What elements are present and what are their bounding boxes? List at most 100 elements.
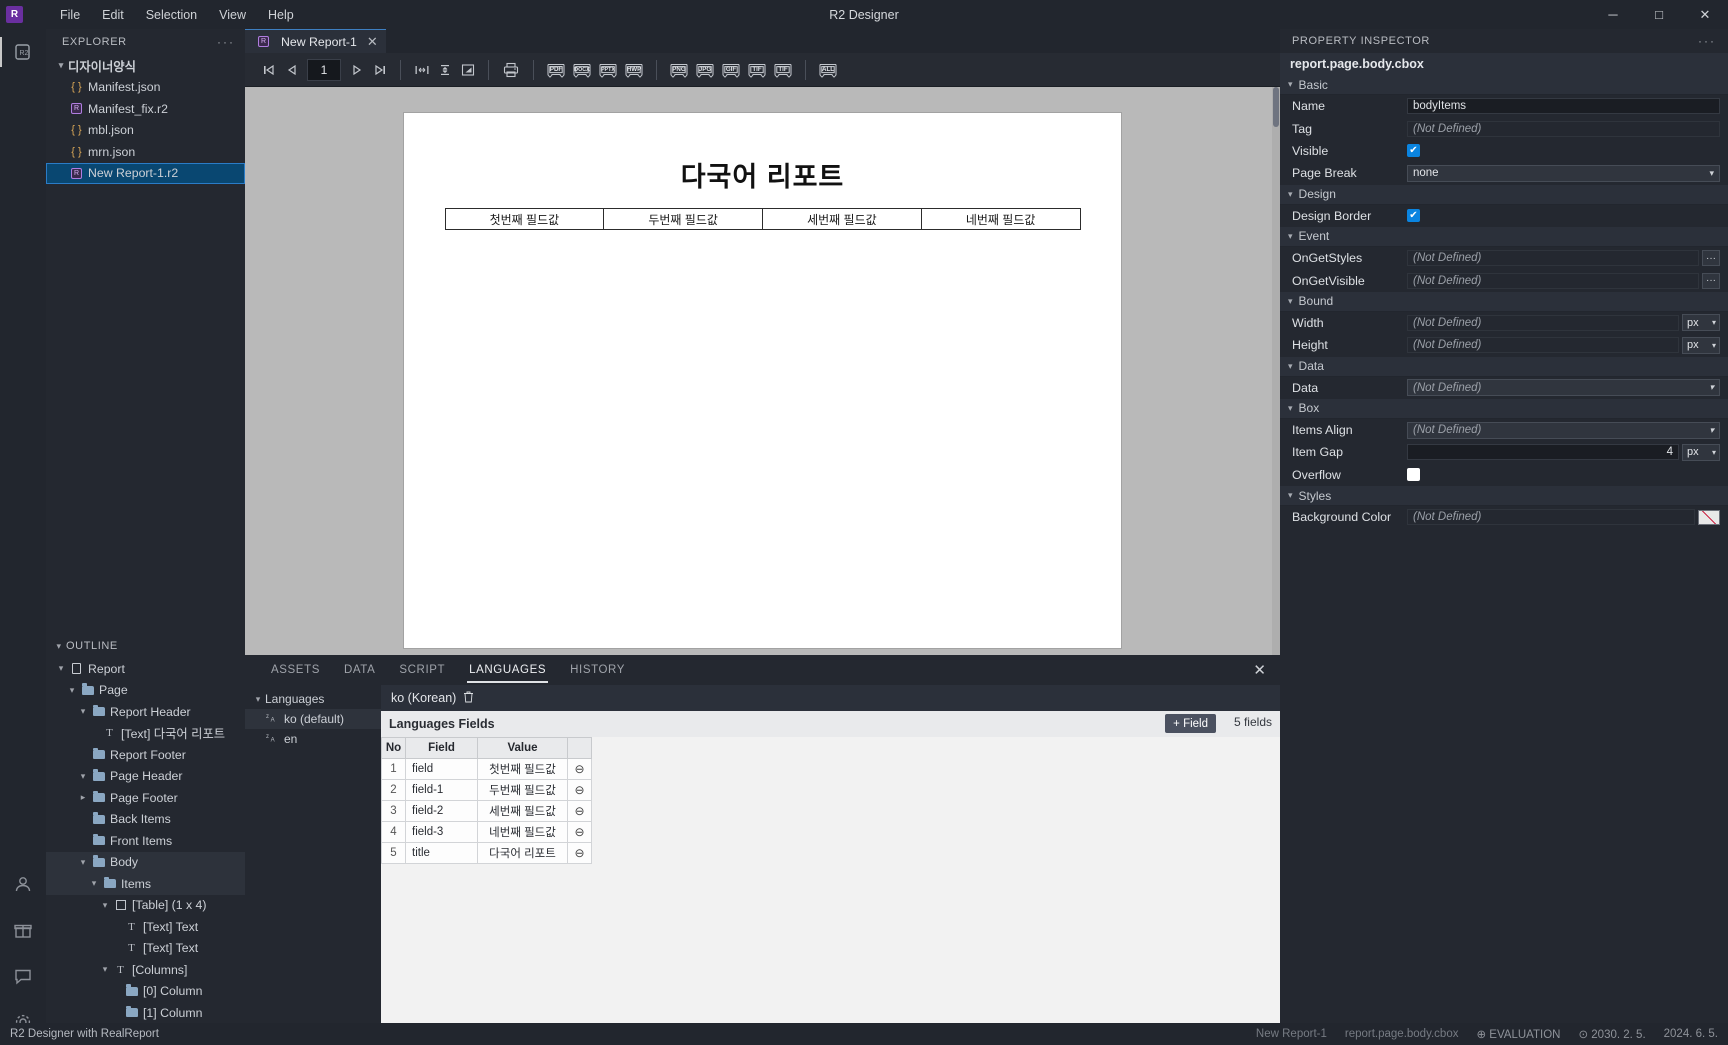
checkbox-visible[interactable]: ✔	[1407, 144, 1420, 158]
r2-explorer-icon[interactable]: R2	[0, 29, 46, 75]
table-row[interactable]: 4 field-3 네번째 필드값 ⊖	[381, 821, 592, 843]
outline-node-table-1-x-4[interactable]: ▾ [Table] (1 x 4)	[46, 895, 245, 917]
maximize-button[interactable]: □	[1636, 0, 1682, 29]
explorer-file-mbl-json[interactable]: { } mbl.json	[46, 120, 245, 142]
inspector-more-icon[interactable]: ···	[1698, 34, 1716, 48]
inspector-group-design[interactable]: ▾ Design	[1280, 184, 1728, 205]
table-row[interactable]: 2 field-1 두번째 필드값 ⊖	[381, 779, 592, 801]
table-row[interactable]: 5 title 다국어 리포트 ⊖	[381, 842, 592, 864]
inspector-group-bound[interactable]: ▾ Bound	[1280, 291, 1728, 312]
inspector-group-basic[interactable]: ▾ Basic	[1280, 75, 1728, 95]
select-items-align[interactable]: (Not Defined)	[1407, 421, 1720, 439]
export-jpg-button[interactable]: JPG	[693, 58, 717, 81]
select-data[interactable]: (Not Defined)	[1407, 379, 1720, 397]
inspector-group-styles[interactable]: ▾ Styles	[1280, 486, 1728, 507]
table-row[interactable]: 3 field-2 세번째 필드값 ⊖	[381, 800, 592, 822]
next-page-button[interactable]	[345, 58, 368, 81]
close-panel-icon[interactable]: ✕	[1253, 661, 1266, 679]
remove-field-button[interactable]: ⊖	[567, 779, 592, 801]
add-field-button[interactable]: + Field	[1165, 714, 1216, 733]
input-ongetvisible[interactable]: (Not Defined)	[1407, 272, 1699, 289]
export-all-button[interactable]: ALL	[816, 58, 840, 81]
tab-script[interactable]: SCRIPT	[387, 655, 457, 685]
tab-history[interactable]: HISTORY	[558, 655, 637, 685]
outline-node-text-text[interactable]: T [Text] Text	[46, 938, 245, 960]
last-page-button[interactable]	[368, 58, 391, 81]
tab-languages[interactable]: LANGUAGES	[457, 655, 558, 685]
explorer-root-folder[interactable]: ▾ 디자이너양식	[46, 55, 245, 77]
print-button[interactable]	[498, 58, 524, 81]
menu-view[interactable]: View	[208, 4, 257, 26]
outline-node-columns[interactable]: ▾ T [Columns]	[46, 959, 245, 981]
fit-height-button[interactable]	[433, 58, 456, 81]
select-page-break[interactable]: none	[1407, 164, 1720, 182]
close-button[interactable]: ✕	[1682, 0, 1728, 29]
input-ongetstyles[interactable]: (Not Defined)	[1407, 250, 1699, 267]
explorer-file-manifest-fix-r2[interactable]: R Manifest_fix.r2	[46, 98, 245, 120]
outline-node-report-footer[interactable]: Report Footer	[46, 744, 245, 766]
export-tif-button[interactable]: TIF	[745, 58, 769, 81]
explorer-more-icon[interactable]: ···	[217, 35, 235, 49]
more-options-button[interactable]: ···	[1702, 250, 1720, 267]
explorer-file-mrn-json[interactable]: { } mrn.json	[46, 141, 245, 163]
menu-help[interactable]: Help	[257, 4, 305, 26]
outline-node-report[interactable]: ▾ Report	[46, 658, 245, 680]
checkbox-overflow[interactable]	[1407, 468, 1420, 482]
explorer-file-manifest-json[interactable]: { } Manifest.json	[46, 77, 245, 99]
outline-node-0-column[interactable]: [0] Column	[46, 981, 245, 1003]
fit-page-button[interactable]	[456, 58, 479, 81]
trash-icon[interactable]	[463, 691, 474, 706]
input-name[interactable]: bodyItems	[1407, 98, 1720, 115]
export-gif-button[interactable]: GIF	[719, 58, 743, 81]
remove-field-button[interactable]: ⊖	[567, 821, 592, 843]
outline-node-page-footer[interactable]: ▸ Page Footer	[46, 787, 245, 809]
tab-data[interactable]: DATA	[332, 655, 387, 685]
scrollbar-thumb[interactable]	[1273, 87, 1279, 127]
table-row[interactable]: 1 field 첫번째 필드값 ⊖	[381, 758, 592, 780]
feedback-icon[interactable]	[0, 953, 46, 999]
gift-icon[interactable]	[0, 907, 46, 953]
menu-selection[interactable]: Selection	[135, 4, 208, 26]
outline-node-text[interactable]: T [Text] 다국어 리포트	[46, 723, 245, 745]
input-tag[interactable]: (Not Defined)	[1407, 120, 1720, 137]
inspector-group-box[interactable]: ▾ Box	[1280, 398, 1728, 419]
outline-node-items[interactable]: ▾ Items	[46, 873, 245, 895]
outline-header[interactable]: ▾ OUTLINE	[46, 634, 245, 658]
language-item-ko[interactable]: z Ako (default)	[245, 709, 381, 729]
tab-assets[interactable]: ASSETS	[259, 655, 332, 685]
outline-node-back-items[interactable]: Back Items	[46, 809, 245, 831]
outline-node-page[interactable]: ▾ Page	[46, 680, 245, 702]
export-png-button[interactable]: PNG	[667, 58, 691, 81]
remove-field-button[interactable]: ⊖	[567, 842, 592, 864]
account-icon[interactable]	[0, 861, 46, 907]
page-number-input[interactable]: 1	[307, 58, 341, 81]
remove-field-button[interactable]: ⊖	[567, 800, 592, 822]
outline-node-1-column[interactable]: [1] Column	[46, 1002, 245, 1024]
input-height[interactable]: (Not Defined)	[1407, 337, 1679, 354]
outline-node-page-header[interactable]: ▾ Page Header	[46, 766, 245, 788]
outline-node-report-header[interactable]: ▾ Report Header	[46, 701, 245, 723]
unit-select-height[interactable]: px	[1682, 336, 1720, 354]
close-icon[interactable]: ✕	[367, 34, 378, 50]
export-pdf-button[interactable]: PDF	[544, 58, 568, 81]
inspector-group-data[interactable]: ▾ Data	[1280, 356, 1728, 377]
first-page-button[interactable]	[257, 58, 280, 81]
prev-page-button[interactable]	[280, 58, 303, 81]
input-width[interactable]: (Not Defined)	[1407, 314, 1679, 331]
export-pptx-button[interactable]: PPTX	[596, 58, 620, 81]
menu-file[interactable]: File	[49, 4, 91, 26]
input-background-color[interactable]: (Not Defined)	[1407, 509, 1695, 526]
outline-node-body[interactable]: ▾ Body	[46, 851, 245, 873]
status-evaluation[interactable]: ⊕ EVALUATION	[1476, 1027, 1560, 1041]
unit-select-width[interactable]: px	[1682, 314, 1720, 332]
remove-field-button[interactable]: ⊖	[567, 758, 592, 780]
tab-new-report-1[interactable]: R New Report-1 ✕	[245, 29, 386, 53]
more-options-button[interactable]: ···	[1702, 272, 1720, 289]
export-docx-button[interactable]: DOCX	[570, 58, 594, 81]
outline-node-front-items[interactable]: Front Items	[46, 830, 245, 852]
inspector-group-event[interactable]: ▾ Event	[1280, 226, 1728, 247]
outline-node-text-text[interactable]: T [Text] Text	[46, 916, 245, 938]
explorer-file-new-report-1-r2[interactable]: R New Report-1.r2	[46, 162, 245, 184]
unit-select-item-gap[interactable]: px	[1682, 443, 1720, 461]
export-hwp-button[interactable]: HWP	[622, 58, 646, 81]
